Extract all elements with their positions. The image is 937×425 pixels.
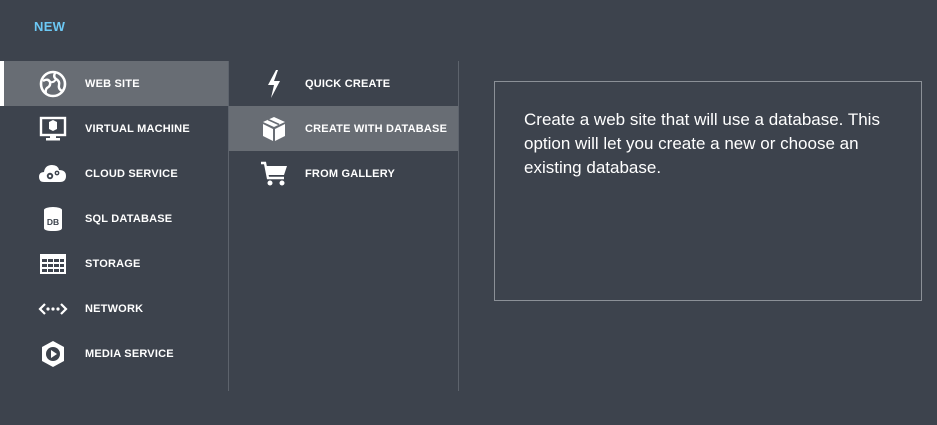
option-item-create-with-database[interactable]: CREATE WITH DATABASE: [229, 106, 458, 151]
lightning-icon: [259, 69, 289, 99]
service-label: MEDIA SERVICE: [85, 347, 174, 360]
svg-text:DB: DB: [47, 217, 59, 227]
option-item-quick-create[interactable]: QUICK CREATE: [229, 61, 458, 106]
virtual-machine-icon: [38, 114, 68, 144]
cart-icon: [259, 159, 289, 189]
service-item-sql-database[interactable]: DB SQL DATABASE: [0, 196, 228, 241]
cloud-service-icon: [38, 159, 68, 189]
service-label: CLOUD SERVICE: [85, 167, 178, 180]
service-item-media-service[interactable]: MEDIA SERVICE: [0, 331, 228, 376]
storage-icon: [38, 249, 68, 279]
web-site-icon: [38, 69, 68, 99]
dialog-title: NEW: [34, 19, 66, 34]
service-label: WEB SITE: [85, 77, 140, 90]
media-service-icon: [38, 339, 68, 369]
service-label: SQL DATABASE: [85, 212, 173, 225]
option-label: FROM GALLERY: [305, 167, 395, 180]
service-label: STORAGE: [85, 257, 141, 270]
column-divider: [458, 61, 459, 391]
option-label: QUICK CREATE: [305, 77, 391, 90]
service-item-network[interactable]: NETWORK: [0, 286, 228, 331]
option-label: CREATE WITH DATABASE: [305, 122, 448, 135]
new-dialog: NEW WEB SITE VIRTUAL MACHINE CLOUD SERVI…: [0, 0, 937, 425]
network-icon: [38, 294, 68, 324]
service-label: NETWORK: [85, 302, 144, 315]
service-item-storage[interactable]: STORAGE: [0, 241, 228, 286]
service-list: WEB SITE VIRTUAL MACHINE CLOUD SERVICE D…: [0, 61, 228, 376]
option-item-from-gallery[interactable]: FROM GALLERY: [229, 151, 458, 196]
service-item-web-site[interactable]: WEB SITE: [0, 61, 228, 106]
sql-database-icon: DB: [38, 204, 68, 234]
description-panel: Create a web site that will use a databa…: [494, 81, 922, 301]
service-label: VIRTUAL MACHINE: [85, 122, 190, 135]
service-item-cloud-service[interactable]: CLOUD SERVICE: [0, 151, 228, 196]
description-text: Create a web site that will use a databa…: [524, 110, 880, 177]
service-item-virtual-machine[interactable]: VIRTUAL MACHINE: [0, 106, 228, 151]
box-icon: [259, 114, 289, 144]
option-list: QUICK CREATE CREATE WITH DATABASE FROM G…: [229, 61, 458, 196]
